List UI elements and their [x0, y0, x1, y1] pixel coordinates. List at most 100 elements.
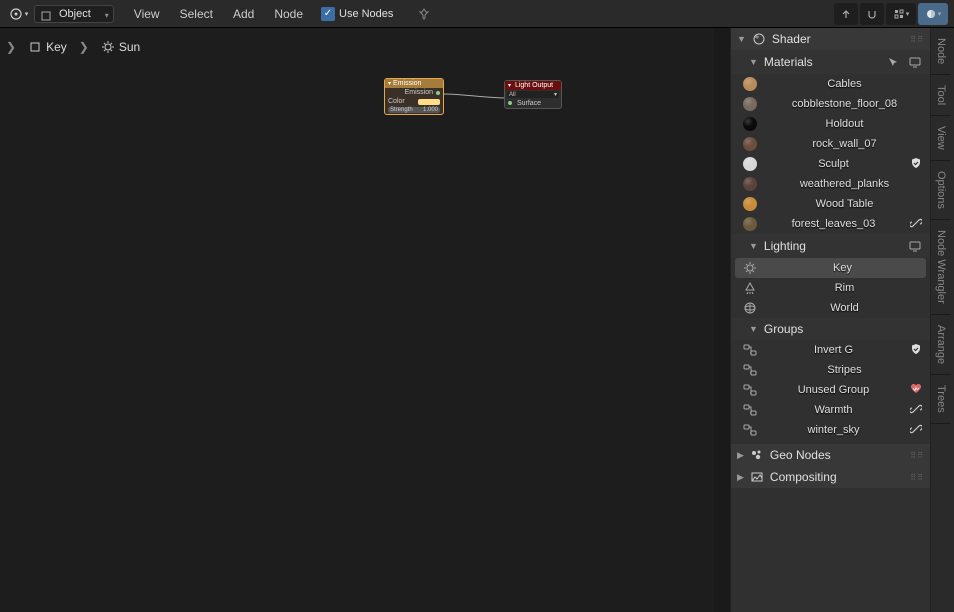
group-item[interactable]: Invert G [731, 340, 930, 360]
chevron-right-icon[interactable]: ❯ [2, 40, 20, 54]
menu-select[interactable]: Select [172, 7, 221, 21]
group-name: Invert G [765, 344, 902, 356]
chevron-right-icon: ▶ [737, 450, 744, 461]
world-icon [743, 301, 757, 315]
snap-options-button[interactable]: ▾ [886, 3, 916, 25]
chevron-down-icon: ▼ [749, 324, 758, 334]
group-item[interactable]: Unused Group [731, 380, 930, 400]
group-item[interactable]: winter_sky [731, 420, 930, 440]
chevron-down-icon: ▼ [737, 34, 746, 44]
light-output-node[interactable]: ▾ Light Output All ▾ Surface [504, 80, 562, 109]
sun-icon [101, 40, 115, 54]
object-icon [28, 40, 42, 54]
material-name: weathered_planks [765, 178, 924, 190]
vertical-tab[interactable]: View [931, 116, 951, 161]
lighting-name: Key [765, 262, 920, 274]
link-icon[interactable] [910, 403, 924, 417]
geo-nodes-panel-header[interactable]: ▶ Geo Nodes ⠿⠿ [731, 444, 930, 466]
vertical-tab[interactable]: Tool [931, 75, 951, 116]
material-preview-icon [743, 197, 757, 211]
material-name: forest_leaves_03 [765, 218, 902, 230]
drag-handle-icon[interactable]: ⠿⠿ [910, 451, 924, 460]
geo-nodes-icon [750, 448, 764, 462]
group-item[interactable]: Stripes [731, 360, 930, 380]
display-icon[interactable] [906, 238, 924, 254]
overlay-button[interactable]: ▾ [918, 3, 948, 25]
material-item[interactable]: Cables [731, 74, 930, 94]
vertical-tab[interactable]: Node [931, 28, 951, 75]
menu-view[interactable]: View [126, 7, 168, 21]
sun-icon [743, 261, 757, 275]
menu-node[interactable]: Node [266, 7, 311, 21]
header-right: ▾ ▾ [834, 3, 948, 25]
color-swatch[interactable] [418, 99, 440, 105]
material-name: Cables [765, 78, 924, 90]
drag-handle-icon[interactable]: ⠿⠿ [910, 473, 924, 482]
group-item[interactable]: Warmth [731, 400, 930, 420]
node-group-icon [743, 343, 757, 357]
compositing-panel-header[interactable]: ▶ Compositing ⠿⠿ [731, 466, 930, 488]
material-item[interactable]: Wood Table [731, 194, 930, 214]
lighting-name: World [765, 302, 924, 314]
shield-icon[interactable] [910, 343, 924, 357]
material-preview-icon [743, 77, 757, 91]
emission-node[interactable]: ▾ Emission Emission Color Strength 1.000 [384, 78, 444, 115]
shield-icon[interactable] [910, 157, 924, 171]
node-editor-canvas[interactable]: ▾ Emission Emission Color Strength 1.000… [0, 28, 714, 612]
output-target-dropdown[interactable]: All ▾ [507, 91, 559, 98]
chevron-down-icon: ▼ [749, 57, 758, 67]
link-icon[interactable] [910, 423, 924, 437]
output-surface-socket[interactable]: Surface [505, 99, 561, 108]
checkbox-checked-icon: ✓ [321, 7, 335, 21]
material-name: Sculpt [765, 158, 902, 170]
lighting-item[interactable]: Rim [731, 278, 930, 298]
vertical-tab[interactable]: Node Wrangler [931, 220, 951, 315]
spot-icon [743, 281, 757, 295]
lighting-item[interactable]: Key [735, 258, 926, 278]
cursor-icon[interactable] [884, 54, 902, 70]
use-nodes-toggle[interactable]: ✓ Use Nodes [321, 7, 393, 21]
editor-type-button[interactable]: ▾ [6, 4, 30, 24]
breadcrumb-sun[interactable]: Sun [95, 38, 146, 56]
material-item[interactable]: Sculpt [731, 154, 930, 174]
node-group-icon [743, 383, 757, 397]
lighting-list: Key Rim World [731, 258, 930, 318]
snap-button[interactable] [860, 3, 884, 25]
emission-strength-row[interactable]: Strength 1.000 [385, 106, 443, 114]
shader-panel-header[interactable]: ▼ Shader ⠿⠿ [731, 28, 930, 50]
vertical-tab[interactable]: Trees [931, 375, 951, 424]
breadcrumb-key[interactable]: Key [22, 38, 73, 56]
materials-header[interactable]: ▼ Materials [731, 50, 930, 74]
material-item[interactable]: cobblestone_floor_08 [731, 94, 930, 114]
pin-button[interactable] [417, 7, 431, 21]
material-preview-icon [743, 157, 757, 171]
menu-add[interactable]: Add [225, 7, 262, 21]
emission-color-row[interactable]: Color [385, 97, 443, 106]
material-item[interactable]: rock_wall_07 [731, 134, 930, 154]
vertical-tab[interactable]: Options [931, 161, 951, 220]
emission-output-socket[interactable]: Emission [385, 88, 443, 97]
material-name: cobblestone_floor_08 [765, 98, 924, 110]
link-icon[interactable] [910, 217, 924, 231]
groups-header[interactable]: ▼ Groups [731, 318, 930, 340]
lighting-item[interactable]: World [731, 298, 930, 318]
display-icon[interactable] [906, 54, 924, 70]
group-name: Warmth [765, 404, 902, 416]
drag-handle-icon[interactable]: ⠿⠿ [910, 35, 924, 44]
output-node-header[interactable]: ▾ Light Output [505, 81, 561, 90]
material-item[interactable]: weathered_planks [731, 174, 930, 194]
material-item[interactable]: forest_leaves_03 [731, 214, 930, 234]
material-preview-icon [743, 217, 757, 231]
material-item[interactable]: Holdout [731, 114, 930, 134]
object-mode-icon [39, 9, 53, 23]
parent-node-button[interactable] [834, 3, 858, 25]
emission-node-header[interactable]: ▾ Emission [385, 79, 443, 88]
heart-icon[interactable] [910, 383, 924, 397]
vertical-tabs: NodeToolViewOptionsNode WranglerArrangeT… [930, 28, 954, 612]
chevron-right-icon: ▶ [737, 472, 744, 483]
vertical-tab[interactable]: Arrange [931, 315, 951, 375]
lighting-header[interactable]: ▼ Lighting [731, 234, 930, 258]
socket-icon [436, 91, 440, 95]
mode-dropdown[interactable]: Object ▾ [34, 5, 114, 23]
group-name: winter_sky [765, 424, 902, 436]
